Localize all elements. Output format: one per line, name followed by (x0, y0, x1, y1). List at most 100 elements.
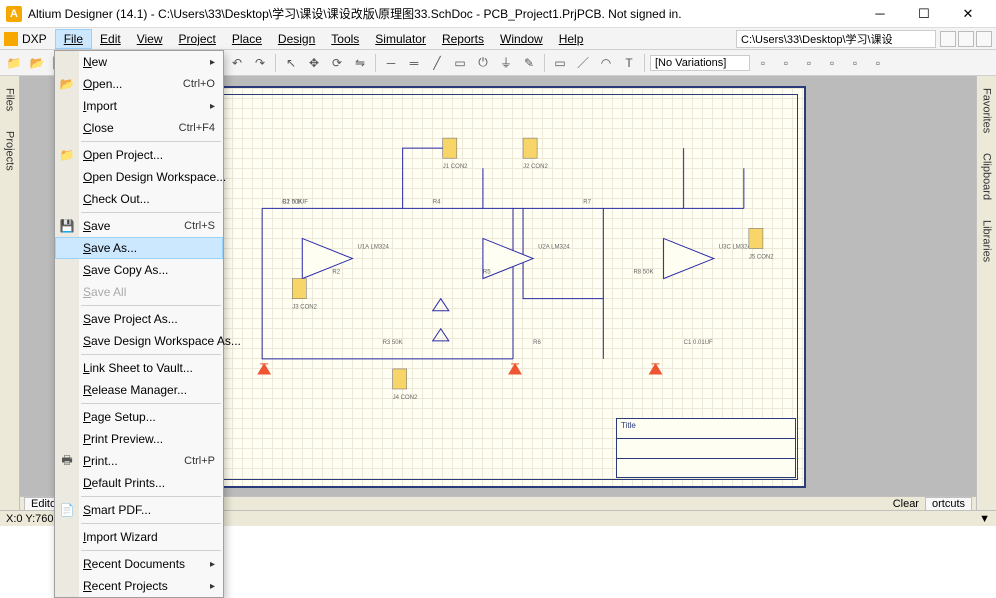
dxp-menu[interactable]: DXP (4, 32, 47, 46)
menu-view[interactable]: View (129, 30, 171, 48)
status-dropdown-icon[interactable]: ▼ (979, 513, 990, 525)
menu-project[interactable]: Project (171, 30, 224, 48)
menu-item-page-setup[interactable]: Page Setup... (55, 406, 223, 428)
menu-item-recent-projects[interactable]: Recent Projects▸ (55, 575, 223, 597)
title-block: Title (616, 418, 796, 478)
undo-button[interactable]: ↶ (227, 53, 247, 73)
menu-item-import-wizard[interactable]: Import Wizard (55, 526, 223, 548)
menu-item-label: Print Preview... (83, 432, 215, 446)
menu-item-open-project[interactable]: 📁Open Project... (55, 144, 223, 166)
left-panel-tabs: Files Projects (0, 76, 20, 510)
menu-item-default-prints[interactable]: Default Prints... (55, 472, 223, 494)
toolbar-extra-c[interactable]: ▫ (799, 53, 819, 73)
arc-button[interactable]: ◠ (596, 53, 616, 73)
menu-item-save-copy-as[interactable]: Save Copy As... (55, 259, 223, 281)
right-tab-libraries[interactable]: Libraries (979, 214, 995, 268)
path-dropdown-button[interactable] (940, 31, 956, 47)
menu-item-close[interactable]: CloseCtrl+F4 (55, 117, 223, 139)
menu-icon: 📂 (59, 76, 75, 92)
menu-file[interactable]: File (55, 29, 92, 49)
bottom-tab-shortcuts[interactable]: ortcuts (925, 497, 972, 510)
bottom-clear[interactable]: Clear (893, 498, 919, 510)
path-help-button[interactable] (976, 31, 992, 47)
menu-item-label: Recent Projects (83, 579, 210, 593)
schematic-sheet[interactable]: U1A LM324U2A LM324U3C LM324 J1 CON2J2 CO… (200, 86, 806, 488)
toolbar-extra-f[interactable]: ▫ (868, 53, 888, 73)
svg-text:R6: R6 (533, 340, 541, 346)
rotate-button[interactable]: ⟳ (327, 53, 347, 73)
menu-window[interactable]: Window (492, 30, 551, 48)
submenu-arrow-icon: ▸ (210, 101, 215, 112)
menu-icon: 💾 (59, 218, 75, 234)
left-tab-projects[interactable]: Projects (2, 125, 18, 177)
svg-text:J4 CON2: J4 CON2 (393, 395, 418, 401)
menu-item-label: Save Design Workspace As... (83, 334, 241, 348)
bus-button[interactable]: ═ (404, 53, 424, 73)
menu-item-print-preview[interactable]: Print Preview... (55, 428, 223, 450)
menu-item-import[interactable]: Import▸ (55, 95, 223, 117)
toolbar-extra-d[interactable]: ▫ (822, 53, 842, 73)
menu-item-new[interactable]: New▸ (55, 51, 223, 73)
note-button[interactable]: ✎ (519, 53, 539, 73)
menu-item-save[interactable]: 💾SaveCtrl+S (55, 215, 223, 237)
menu-reports[interactable]: Reports (434, 30, 492, 48)
port-button[interactable]: ▭ (450, 53, 470, 73)
menu-item-save-design-workspace-as[interactable]: Save Design Workspace As... (55, 330, 223, 352)
wire-button[interactable]: ╱ (427, 53, 447, 73)
toolbar-extra-a[interactable]: ▫ (753, 53, 773, 73)
move-button[interactable]: ✥ (304, 53, 324, 73)
menu-place[interactable]: Place (224, 30, 270, 48)
menu-item-link-sheet-to-vault[interactable]: Link Sheet to Vault... (55, 357, 223, 379)
svg-text:R2: R2 (332, 270, 340, 276)
path-combo[interactable]: C:\Users\33\Desktop\学习\课设 (736, 30, 936, 48)
line-button[interactable]: ／ (573, 53, 593, 73)
left-tab-files[interactable]: Files (2, 82, 18, 117)
mirror-button[interactable]: ⇋ (350, 53, 370, 73)
right-tab-favorites[interactable]: Favorites (979, 82, 995, 139)
menu-item-recent-documents[interactable]: Recent Documents▸ (55, 553, 223, 575)
menu-design[interactable]: Design (270, 30, 323, 48)
menu-item-label: Save Copy As... (83, 263, 215, 277)
svg-text:C1 0.01UF: C1 0.01UF (684, 340, 713, 346)
net-button[interactable]: ─ (381, 53, 401, 73)
rect-button[interactable]: ▭ (550, 53, 570, 73)
menu-tools[interactable]: Tools (323, 30, 367, 48)
menu-item-save-project-as[interactable]: Save Project As... (55, 308, 223, 330)
variations-combo[interactable]: [No Variations] (650, 55, 750, 71)
power-button[interactable]: ⏻ (473, 53, 493, 73)
minimize-button[interactable]: ─ (858, 0, 902, 28)
svg-text:R4: R4 (433, 199, 441, 205)
svg-text:U3C LM324: U3C LM324 (719, 244, 752, 250)
menu-simulator[interactable]: Simulator (367, 30, 434, 48)
svg-text:J2 CON2: J2 CON2 (523, 164, 548, 170)
menu-item-print[interactable]: 🖶Print...Ctrl+P (55, 450, 223, 472)
right-tab-clipboard[interactable]: Clipboard (979, 147, 995, 206)
menu-edit[interactable]: Edit (92, 30, 129, 48)
open-button[interactable]: 📂 (27, 53, 47, 73)
menu-help[interactable]: Help (551, 30, 592, 48)
menu-item-release-manager[interactable]: Release Manager... (55, 379, 223, 401)
close-button[interactable]: ✕ (946, 0, 990, 28)
menu-item-open-design-workspace[interactable]: Open Design Workspace... (55, 166, 223, 188)
menu-item-label: Print... (83, 454, 184, 468)
path-go-button[interactable] (958, 31, 974, 47)
menu-item-label: Save As... (83, 241, 215, 255)
menu-item-smart-pdf[interactable]: 📄Smart PDF... (55, 499, 223, 521)
gnd-button[interactable]: ⏚ (496, 53, 516, 73)
submenu-arrow-icon: ▸ (210, 57, 215, 68)
maximize-button[interactable]: ☐ (902, 0, 946, 28)
menu-item-save-as[interactable]: Save As... (55, 237, 223, 259)
select-button[interactable]: ↖ (281, 53, 301, 73)
menu-item-label: Link Sheet to Vault... (83, 361, 215, 375)
menu-item-open[interactable]: 📂Open...Ctrl+O (55, 73, 223, 95)
title-block-row3 (617, 459, 795, 479)
redo-button[interactable]: ↷ (250, 53, 270, 73)
menu-item-label: Release Manager... (83, 383, 215, 397)
folder-button[interactable]: 📁 (4, 53, 24, 73)
toolbar-extra-e[interactable]: ▫ (845, 53, 865, 73)
menu-item-label: Save All (83, 285, 215, 299)
toolbar-extra-b[interactable]: ▫ (776, 53, 796, 73)
menu-item-check-out[interactable]: Check Out... (55, 188, 223, 210)
text-button[interactable]: T (619, 53, 639, 73)
file-menu-dropdown: New▸📂Open...Ctrl+OImport▸CloseCtrl+F4 📁Op… (54, 50, 224, 598)
